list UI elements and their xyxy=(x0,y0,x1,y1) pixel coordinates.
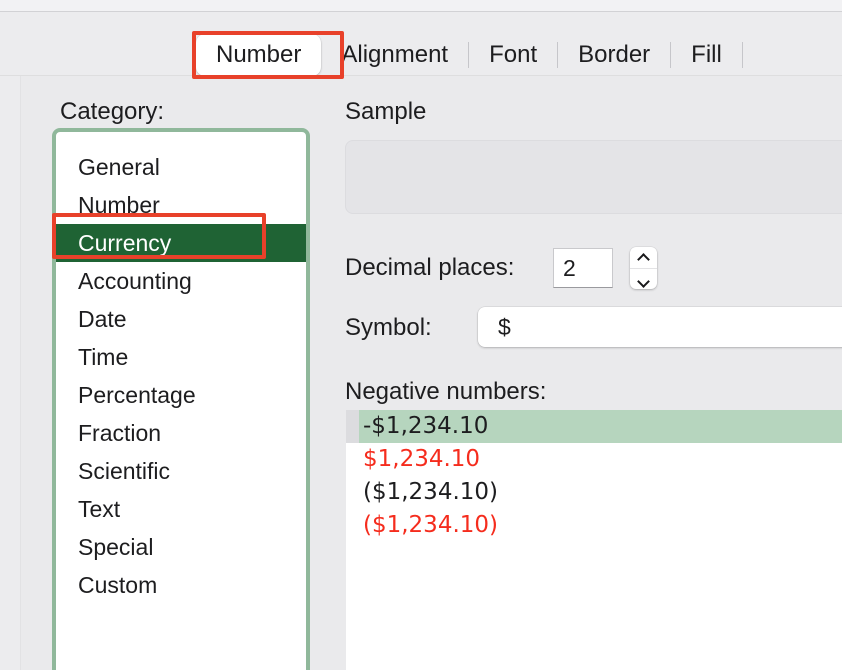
symbol-label: Symbol: xyxy=(345,314,432,341)
category-item[interactable]: Date xyxy=(56,300,306,338)
negative-format-item[interactable]: ($1,234.10) xyxy=(346,476,842,509)
tab-font[interactable]: Font xyxy=(469,34,557,76)
category-item[interactable]: Fraction xyxy=(56,414,306,452)
category-item[interactable]: Currency xyxy=(56,224,306,262)
category-item[interactable]: General xyxy=(56,148,306,186)
tab-fill[interactable]: Fill xyxy=(671,34,742,76)
category-item-container: General Number Currency Accounting Date Time P… xyxy=(56,132,306,604)
category-item[interactable]: Scientific xyxy=(56,452,306,490)
decimal-places-stepper[interactable] xyxy=(630,247,657,289)
stepper-increment-button[interactable] xyxy=(630,247,657,268)
symbol-dropdown[interactable]: $ xyxy=(478,307,842,347)
category-listbox[interactable]: General Number Currency Accounting Date Time P… xyxy=(52,128,310,670)
stepper-decrement-button[interactable] xyxy=(630,268,657,289)
tab-bar-divider xyxy=(0,75,842,76)
negative-format-item[interactable]: $1,234.10 xyxy=(346,443,842,476)
sample-preview-box xyxy=(345,140,842,214)
tab-clipped-offscreen[interactable] xyxy=(743,34,783,76)
chevron-up-icon xyxy=(638,254,649,261)
category-item[interactable]: Number xyxy=(56,186,306,224)
negative-numbers-listbox[interactable]: -$1,234.10 $1,234.10 ($1,234.10) ($1,234.10… xyxy=(346,410,842,670)
sample-label: Sample xyxy=(345,98,427,125)
category-item[interactable]: Accounting xyxy=(56,262,306,300)
category-item[interactable]: Text xyxy=(56,490,306,528)
category-item[interactable]: Percentage xyxy=(56,376,306,414)
chevron-down-icon xyxy=(638,276,649,283)
decimal-places-input[interactable]: 2 xyxy=(553,248,613,288)
symbol-selected-value: $ xyxy=(498,314,511,340)
category-label: Category: xyxy=(60,98,165,125)
category-item[interactable]: Special xyxy=(56,528,306,566)
category-item[interactable]: Custom xyxy=(56,566,306,604)
tab-number[interactable]: Number xyxy=(196,34,322,76)
tab-alignment[interactable]: Alignment xyxy=(321,34,468,76)
window-titlebar-strip xyxy=(0,0,842,11)
category-item[interactable]: Time xyxy=(56,338,306,376)
selected-row-gutter xyxy=(346,410,359,443)
negative-format-item[interactable]: -$1,234.10 xyxy=(346,410,842,443)
decimal-places-label: Decimal places: xyxy=(345,254,515,281)
tab-border[interactable]: Border xyxy=(558,34,670,76)
tab-strip: Number Alignment Font Border Fill xyxy=(0,34,783,76)
tab-bar: Number Alignment Font Border Fill xyxy=(0,12,842,76)
negative-format-item[interactable]: ($1,234.10) xyxy=(346,509,842,542)
negative-numbers-label: Negative numbers: xyxy=(345,378,547,405)
